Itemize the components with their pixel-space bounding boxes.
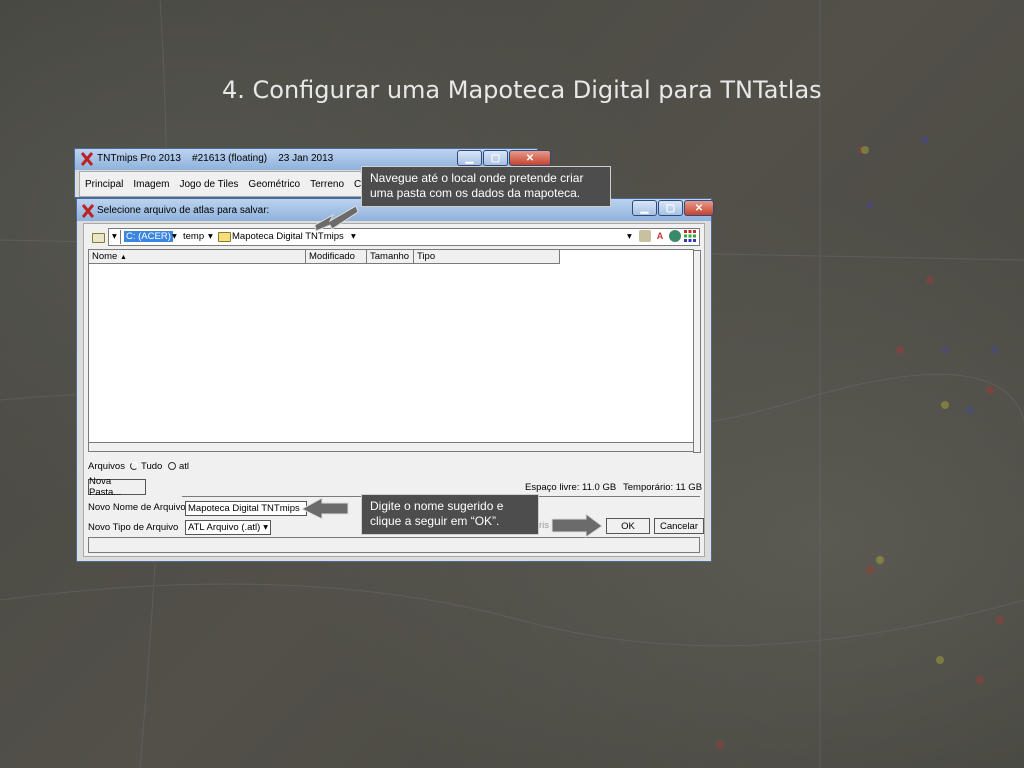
arrow-to-ok-icon — [551, 513, 603, 538]
callout-arrows — [300, 205, 603, 538]
arrow-to-path-bar-icon — [314, 205, 359, 232]
arrow-to-name-input-icon — [300, 497, 349, 520]
